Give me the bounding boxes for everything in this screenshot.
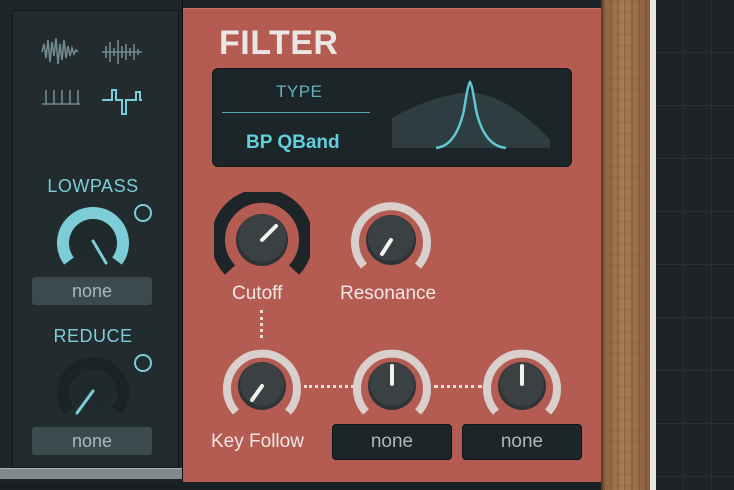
filter-response-graph: [392, 80, 550, 150]
filter-type-value[interactable]: BP QBand: [246, 132, 340, 154]
mod-amount-knob-1[interactable]: [352, 348, 432, 422]
bottom-strip: [0, 482, 601, 490]
lowpass-knob[interactable]: [57, 205, 129, 269]
mod-amount-knob-2[interactable]: [482, 348, 562, 422]
reduce-mod-indicator-icon[interactable]: [134, 354, 152, 372]
wood-side-panel: [601, 0, 652, 490]
waveform-selector: [41, 37, 142, 115]
filter-title: FILTER: [219, 24, 339, 62]
filter-type-divider: [222, 112, 370, 113]
reduce-label: REDUCE: [53, 326, 133, 346]
grain-waveform-icon[interactable]: [102, 40, 142, 64]
cutoff-mod-link: [260, 310, 263, 338]
lowpass-mod-select[interactable]: none: [32, 277, 152, 305]
key-follow-knob[interactable]: [222, 348, 302, 422]
cutoff-label: Cutoff: [232, 283, 283, 304]
noise-waveform-icon[interactable]: [41, 37, 79, 65]
step-waveform-icon[interactable]: [102, 89, 142, 115]
reduce-knob[interactable]: [57, 355, 129, 419]
mod-target-select-1[interactable]: none: [332, 424, 452, 460]
lowpass-label: LOWPASS: [47, 176, 139, 196]
filter-type-label: TYPE: [276, 82, 323, 101]
lowpass-mod-indicator-icon[interactable]: [134, 204, 152, 222]
resonance-knob[interactable]: [350, 200, 432, 276]
reduce-mod-select[interactable]: none: [32, 427, 152, 455]
resonance-label: Resonance: [340, 283, 437, 304]
background-grid: [656, 0, 734, 490]
left-panel-shelf: [0, 468, 182, 479]
mod-link-dots: [434, 385, 482, 388]
cutoff-knob[interactable]: [214, 192, 310, 282]
key-follow-label: Key Follow: [211, 431, 304, 452]
comb-waveform-icon[interactable]: [42, 90, 80, 105]
key-follow-mod-link: [304, 385, 354, 388]
mod-target-select-2[interactable]: none: [462, 424, 582, 460]
